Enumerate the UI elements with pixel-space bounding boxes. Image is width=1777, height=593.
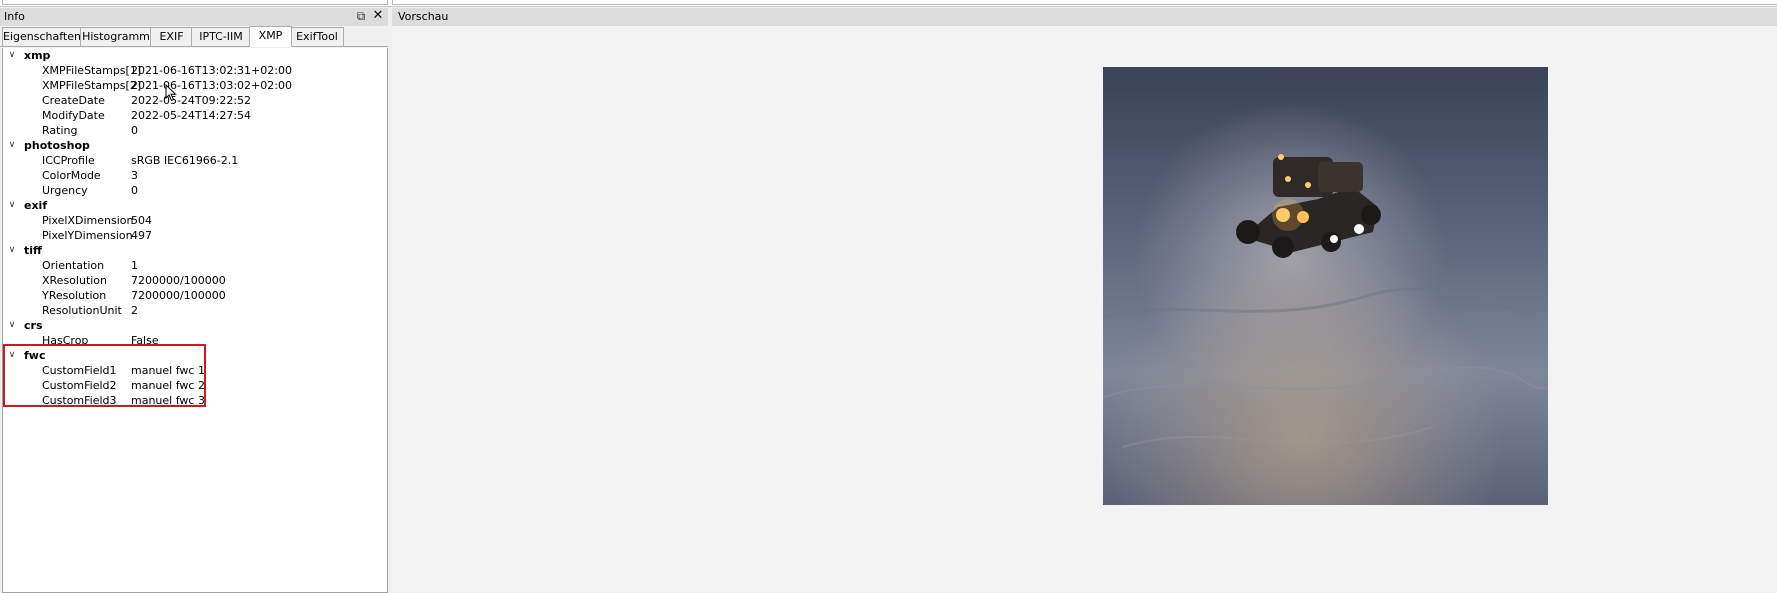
info-dock-titlebar[interactable]: Info ⧉ ✕ xyxy=(0,8,388,26)
property-key: PixelYDimension xyxy=(42,229,133,242)
property-row[interactable]: PixelXDimension 504 xyxy=(3,213,387,228)
group-row-crs[interactable]: ∨ crs xyxy=(3,318,387,333)
tab-exiftool[interactable]: ExifTool xyxy=(290,27,344,46)
chevron-down-icon[interactable]: ∨ xyxy=(7,138,17,153)
close-icon[interactable]: ✕ xyxy=(371,9,385,23)
tab-baseline xyxy=(0,46,388,47)
top-toolbar-strip xyxy=(0,0,1777,7)
preview-dock-title: Vorschau xyxy=(398,10,449,23)
property-row[interactable]: ColorMode 3 xyxy=(3,168,387,183)
property-row[interactable]: ResolutionUnit 2 xyxy=(3,303,387,318)
top-strip-left xyxy=(2,0,388,5)
xmp-metadata-tree[interactable]: ∨ xmp XMPFileStamps[1] 2021-06-16T13:02:31+… xyxy=(2,48,388,593)
property-row[interactable]: Orientation 1 xyxy=(3,258,387,273)
property-key: ColorMode xyxy=(42,169,101,182)
group-label: tiff xyxy=(24,244,42,257)
property-value: 2022-05-24T14:27:54 xyxy=(131,109,252,122)
property-value: 0 xyxy=(131,184,138,197)
property-row[interactable]: YResolution 7200000/100000 xyxy=(3,288,387,303)
info-dock-title: Info xyxy=(4,10,25,23)
chevron-down-icon[interactable]: ∨ xyxy=(7,48,17,63)
tab-iptc-iim[interactable]: IPTC-IIM xyxy=(191,27,251,46)
property-value: 7200000/100000 xyxy=(131,289,226,302)
preview-dock: Vorschau xyxy=(392,8,1777,592)
property-key: ResolutionUnit xyxy=(42,304,122,317)
property-key: YResolution xyxy=(42,289,107,302)
property-key: XResolution xyxy=(42,274,108,287)
property-value: sRGB IEC61966-2.1 xyxy=(131,154,239,167)
property-row[interactable]: XMPFileStamps[2] 2021-06-16T13:03:02+02:0… xyxy=(3,78,387,93)
preview-image-graphic xyxy=(1103,67,1548,505)
property-key: Orientation xyxy=(42,259,105,272)
mouse-pointer-icon xyxy=(165,84,177,102)
property-value: 3 xyxy=(131,169,138,182)
group-row-exif[interactable]: ∨ exif xyxy=(3,198,387,213)
property-key: PixelXDimension xyxy=(42,214,134,227)
info-dock: Info ⧉ ✕ Eigenschaften Histogramm EXIF I… xyxy=(0,8,388,593)
property-row[interactable]: PixelYDimension 497 xyxy=(3,228,387,243)
group-row-photoshop[interactable]: ∨ photoshop xyxy=(3,138,387,153)
property-value: 2022-05-24T09:22:52 xyxy=(131,94,252,107)
property-row[interactable]: ModifyDate 2022-05-24T14:27:54 xyxy=(3,108,387,123)
chevron-down-icon[interactable]: ∨ xyxy=(7,198,17,213)
property-value: 2021-06-16T13:02:31+02:00 xyxy=(131,64,292,77)
group-label: exif xyxy=(24,199,48,212)
property-value: 7200000/100000 xyxy=(131,274,226,287)
property-row[interactable]: Rating 0 xyxy=(3,123,387,138)
property-row[interactable]: CreateDate 2022-05-24T09:22:52 xyxy=(3,93,387,108)
property-key: ModifyDate xyxy=(42,109,105,122)
fwc-highlight-box xyxy=(3,344,206,407)
tab-exif[interactable]: EXIF xyxy=(150,27,193,46)
property-row[interactable]: XResolution 7200000/100000 xyxy=(3,273,387,288)
property-key: CreateDate xyxy=(42,94,105,107)
property-key: XMPFileStamps[2] xyxy=(42,79,142,92)
property-key: Rating xyxy=(42,124,78,137)
preview-image xyxy=(1103,67,1548,505)
group-label: photoshop xyxy=(24,139,90,152)
property-value: 0 xyxy=(131,124,138,137)
info-tabbar: Eigenschaften Histogramm EXIF IPTC-IIM X… xyxy=(0,26,388,47)
property-value: 1 xyxy=(131,259,138,272)
tab-xmp[interactable]: XMP xyxy=(249,26,292,47)
property-row[interactable]: XMPFileStamps[1] 2021-06-16T13:02:31+02:0… xyxy=(3,63,387,78)
group-label: crs xyxy=(24,319,43,332)
property-value: 2021-06-16T13:03:02+02:00 xyxy=(131,79,292,92)
property-key: XMPFileStamps[1] xyxy=(42,64,142,77)
float-window-icon[interactable]: ⧉ xyxy=(354,9,368,23)
property-key: ICCProfile xyxy=(42,154,95,167)
preview-dock-titlebar[interactable]: Vorschau xyxy=(392,8,1777,26)
property-value: 2 xyxy=(131,304,138,317)
top-strip-right xyxy=(392,0,1777,5)
property-value: 504 xyxy=(131,214,152,227)
property-row[interactable]: Urgency 0 xyxy=(3,183,387,198)
tab-histogramm[interactable]: Histogramm xyxy=(80,27,152,46)
group-row-tiff[interactable]: ∨ tiff xyxy=(3,243,387,258)
group-row-xmp[interactable]: ∨ xmp xyxy=(3,48,387,63)
group-label: xmp xyxy=(24,49,51,62)
chevron-down-icon[interactable]: ∨ xyxy=(7,318,17,333)
property-value: 497 xyxy=(131,229,152,242)
property-key: Urgency xyxy=(42,184,88,197)
chevron-down-icon[interactable]: ∨ xyxy=(7,243,17,258)
property-row[interactable]: ICCProfile sRGB IEC61966-2.1 xyxy=(3,153,387,168)
tab-eigenschaften[interactable]: Eigenschaften xyxy=(2,27,82,46)
